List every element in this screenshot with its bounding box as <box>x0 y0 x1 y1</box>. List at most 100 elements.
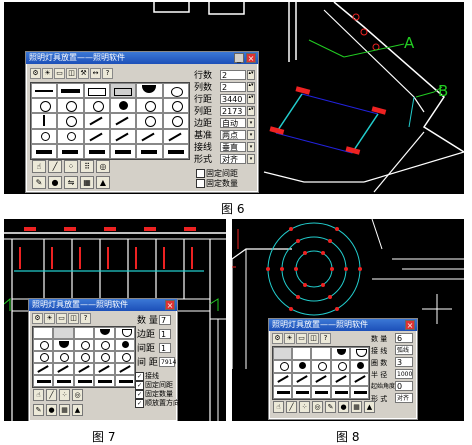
fixture-cell[interactable] <box>73 339 95 351</box>
fixture-cell[interactable] <box>33 351 54 363</box>
rings-input[interactable]: 3 <box>395 357 413 367</box>
fixed-spacing-checkbox[interactable]: 固定间距 <box>196 169 238 179</box>
close-button[interactable]: × <box>405 320 415 330</box>
fixture-icon[interactable]: ▭ <box>54 68 65 79</box>
spinner[interactable]: ▴▾ <box>247 70 255 80</box>
grid-icon[interactable]: ⁘ <box>59 389 70 401</box>
fixture-cell[interactable] <box>349 373 369 386</box>
columns-input[interactable]: 2 <box>220 82 246 92</box>
matrix-icon[interactable]: ▦ <box>59 404 70 416</box>
fixture-cell[interactable] <box>136 113 163 129</box>
lamp-icon[interactable]: ☀ <box>284 333 295 344</box>
help-icon[interactable]: ? <box>320 333 331 344</box>
fixture-cell[interactable] <box>162 83 189 99</box>
fixture-cell[interactable] <box>83 128 110 144</box>
fixture-cell[interactable] <box>349 386 369 399</box>
fixture-cell[interactable] <box>83 143 110 159</box>
fixture-cell[interactable] <box>292 347 312 360</box>
fixture-cell[interactable] <box>273 386 293 399</box>
fixture-cell[interactable] <box>273 360 293 373</box>
fixture-cell[interactable] <box>136 83 163 99</box>
follow-direction-checkbox[interactable]: ✓ 顺放置方向 <box>135 398 180 408</box>
fixture-cell[interactable] <box>31 128 58 144</box>
fixture-cell[interactable] <box>330 386 350 399</box>
fixture-cell[interactable] <box>31 98 58 114</box>
fixture-cell[interactable] <box>330 360 350 373</box>
fixture-cell[interactable] <box>162 128 189 144</box>
close-button[interactable]: × <box>246 53 256 63</box>
hand-icon[interactable]: ☝ <box>33 389 44 401</box>
fixture-cell[interactable] <box>162 98 189 114</box>
spacing-input[interactable]: 1 <box>159 343 171 353</box>
mirror-icon[interactable]: ⇋ <box>64 176 78 189</box>
fixture-cell[interactable] <box>311 373 331 386</box>
settings-icon[interactable]: ⚙ <box>272 333 283 344</box>
fixture-cell[interactable] <box>311 360 331 373</box>
fixed-count-checkbox[interactable]: 固定数量 <box>196 179 238 189</box>
grid-icon[interactable]: ⁘ <box>299 401 310 413</box>
triangle-icon[interactable]: ▲ <box>364 401 375 413</box>
fixture-cell[interactable] <box>53 327 74 339</box>
grid-icon[interactable]: ⁘ <box>64 160 78 173</box>
fixture-cell[interactable] <box>31 113 58 129</box>
fixture-cell[interactable] <box>53 375 74 387</box>
fixture-cell[interactable] <box>57 98 84 114</box>
fixture-icon[interactable]: ▭ <box>296 333 307 344</box>
tool-icon[interactable]: ⚒ <box>78 68 89 79</box>
fixture-cell[interactable] <box>114 339 135 351</box>
array-icon[interactable]: ⠿ <box>80 160 94 173</box>
matrix-icon[interactable]: ▦ <box>351 401 362 413</box>
start-angle-input[interactable]: 0 <box>395 381 413 391</box>
fixture-cell[interactable] <box>162 113 189 129</box>
margin-input[interactable]: 1 <box>159 329 171 339</box>
fixture-cell[interactable] <box>57 83 84 99</box>
fig6-drawing-canvas[interactable]: A B 照明灯具放置——照明软件 _ × ⚙ ☀ ▭ ◫ ⚒ ↔ ? 行数 2 … <box>4 2 464 194</box>
arc-icon[interactable]: ◎ <box>312 401 323 413</box>
hand-icon[interactable]: ☝ <box>32 160 46 173</box>
fixture-icon[interactable]: ▭ <box>56 313 67 324</box>
fixture-cell[interactable] <box>53 363 74 375</box>
fixture-cell[interactable] <box>311 386 331 399</box>
arc-icon[interactable]: ◎ <box>96 160 110 173</box>
pen-icon[interactable]: ✎ <box>325 401 336 413</box>
radius-input[interactable]: 1000 <box>395 369 413 379</box>
fig7-drawing-canvas[interactable]: 照明灯具放置——照明软件 × ⚙ ☀ ▭ ◫ ? 数 量 7 边距 1 间距 1… <box>4 219 226 421</box>
settings-icon[interactable]: ⚙ <box>30 68 41 79</box>
fixture-cell[interactable] <box>31 83 58 99</box>
fixture-cell[interactable] <box>330 373 350 386</box>
place-icon[interactable]: ● <box>46 404 57 416</box>
fixture-cell[interactable] <box>73 327 95 339</box>
fixture-cell[interactable] <box>94 339 115 351</box>
form-select[interactable]: 对齐 <box>220 154 246 164</box>
chevron-down-icon[interactable]: ▾ <box>247 118 255 128</box>
matrix-icon[interactable]: ▦ <box>80 176 94 189</box>
fixture-cell-selected[interactable] <box>110 83 137 99</box>
place-icon[interactable]: ● <box>48 176 62 189</box>
help-icon[interactable]: ? <box>80 313 91 324</box>
fig8-dialog-titlebar[interactable]: 照明灯具放置——照明软件 × <box>269 319 417 331</box>
fixture-cell[interactable] <box>273 373 293 386</box>
fixture-cell[interactable] <box>136 128 163 144</box>
count-input[interactable]: 6 <box>395 333 413 343</box>
chevron-down-icon[interactable]: ▾ <box>247 130 255 140</box>
line-icon[interactable]: ╱ <box>286 401 297 413</box>
form-select[interactable]: 对齐 <box>395 393 413 403</box>
triangle-icon[interactable]: ▲ <box>96 176 110 189</box>
place-icon[interactable]: ● <box>338 401 349 413</box>
fixture-cell[interactable] <box>136 98 163 114</box>
wiring-select[interactable]: 弧线 <box>395 345 413 355</box>
fig8-drawing-canvas[interactable]: 照明灯具放置——照明软件 × ⚙ ☀ ▭ ◫ ? 数 量 6 接 线 弧线 圈 … <box>232 219 464 421</box>
fixture-cell[interactable] <box>53 351 74 363</box>
column-spacing-input[interactable]: 2173 <box>220 106 246 116</box>
line-icon[interactable]: ╱ <box>48 160 62 173</box>
pen-icon[interactable]: ✎ <box>32 176 46 189</box>
arc-icon[interactable]: ◎ <box>72 389 83 401</box>
fixture-cell[interactable] <box>73 375 95 387</box>
fixture-cell[interactable] <box>110 143 137 159</box>
layer-icon[interactable]: ◫ <box>308 333 319 344</box>
fixture-cell[interactable] <box>162 143 189 159</box>
fixture-cell[interactable] <box>83 98 110 114</box>
fixture-cell[interactable] <box>33 327 54 339</box>
layer-icon[interactable]: ◫ <box>68 313 79 324</box>
fixture-cell[interactable] <box>349 347 369 360</box>
